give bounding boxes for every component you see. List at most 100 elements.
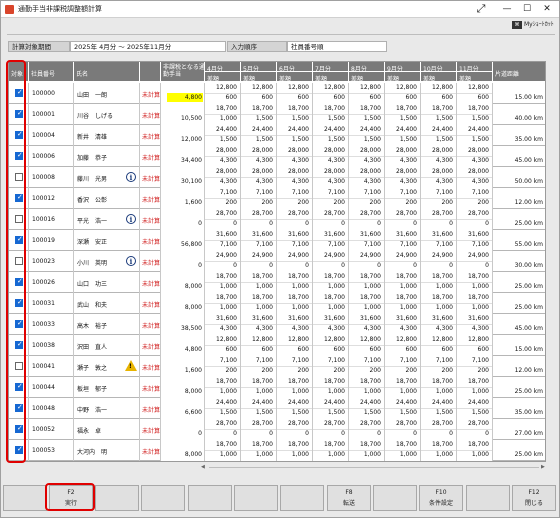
month-cell: 24,400 1,500 <box>205 398 241 419</box>
month-cell: 12,800 600 <box>421 83 457 104</box>
col-header-diff: 差額 <box>385 72 421 82</box>
fkey-blank-button <box>466 485 510 511</box>
month-cell: 18,700 1,000 <box>421 272 457 293</box>
table-row[interactable]: 100033高木 裕子未計算38,50031,6004,30031,6004,3… <box>9 314 545 335</box>
amount-cell[interactable]: 8,000 <box>161 440 205 461</box>
month-cell: 28,700 0 <box>349 419 385 440</box>
table-row[interactable]: 100008 藤川 光男 i 未計算 30,100 28,000 4,300 28,000 4,… <box>9 167 545 188</box>
table-row[interactable]: 100000山田 一朗未計算4,80012,80060012,80060012,… <box>9 83 545 104</box>
month-cell: 28,700 0 <box>205 419 241 440</box>
table-row[interactable]: 100048中野 浩一未計算6,60024,4001,50024,4001,50… <box>9 398 545 419</box>
month-cell: 7,100 200 <box>241 356 277 377</box>
fkey-code: F12 <box>528 489 540 496</box>
month-cell: 28,700 0 <box>421 419 457 440</box>
table-row[interactable]: 100026山口 功三未計算8,00018,7001,00018,7001,00… <box>9 272 545 293</box>
month-cell: 18,700 1,000 <box>313 440 349 461</box>
month-cell: 24,900 0 <box>277 251 313 272</box>
distance-cell: 50.00 km <box>493 167 545 188</box>
amount-cell[interactable]: 8,000 <box>161 377 205 398</box>
month-cell: 18,700 1,000 <box>241 272 277 293</box>
table-row[interactable]: 100038沢田 直人未計算4,80012,80060012,80060012,… <box>9 335 545 356</box>
col-header-distance: 片道距離 <box>493 62 545 82</box>
table-row[interactable]: 100004新井 清雄未計算12,00024,4001,50024,4001,5… <box>9 125 545 146</box>
scroll-left-icon[interactable]: ◀ <box>201 464 205 470</box>
fkey-f12-button[interactable]: F12 閉じる <box>512 485 556 511</box>
month-cell: 28,700 0 <box>205 209 241 230</box>
month-cell: 31,600 4,300 <box>313 314 349 335</box>
table-row[interactable]: 100016 平光 浩一 i 未計算 0 28,700 0 28,700 0 28,700 0 28,… <box>9 209 545 230</box>
amount-cell[interactable]: 10,500 <box>161 104 205 125</box>
name-cell: 藤川 光男 i <box>74 167 140 188</box>
table-row[interactable]: 100052福永 卓未計算028,700028,700028,700028,70… <box>9 419 545 440</box>
vertical-scrollbar[interactable] <box>552 61 559 462</box>
amount-cell[interactable]: 56,800 <box>161 230 205 251</box>
month-cell: 18,700 1,500 <box>385 104 421 125</box>
amount-cell[interactable]: 1,600 <box>161 188 205 209</box>
month-cell: 28,700 0 <box>385 209 421 230</box>
emp-no-cell: 100048 <box>29 398 74 419</box>
month-cell: 7,100 200 <box>421 356 457 377</box>
distance-cell: 25.00 km <box>493 293 545 314</box>
info-icon[interactable]: i <box>126 256 136 266</box>
status-cell: 未計算 <box>140 167 161 188</box>
amount-cell[interactable]: 0 <box>161 419 205 440</box>
amount-cell[interactable]: 8,000 <box>161 272 205 293</box>
myshortcut-button[interactable]: ⌘ Myｼｮｰﾄｶｯﾄ <box>512 19 558 30</box>
status-cell: 未計算 <box>140 272 161 293</box>
month-cell: 31,600 7,100 <box>421 230 457 251</box>
amount-cell[interactable]: 34,400 <box>161 146 205 167</box>
scroll-right-icon[interactable]: ▶ <box>541 464 545 470</box>
amount-cell[interactable]: 4,800 <box>161 83 205 104</box>
amount-cell[interactable]: 38,500 <box>161 314 205 335</box>
table-row[interactable]: 100001川谷 しげる未計算10,50018,7001,00018,7001,… <box>9 104 545 125</box>
emp-no-cell: 100026 <box>29 272 74 293</box>
status-cell: 未計算 <box>140 188 161 209</box>
table-row[interactable]: 100012香沢 公彰未計算1,6007,1002007,1002007,100… <box>9 188 545 209</box>
fkey-blank-button <box>141 485 185 511</box>
fkey-f8-button[interactable]: F8 転送 <box>327 485 371 511</box>
fkey-blank-button <box>280 485 324 511</box>
fkey-blank-button <box>188 485 232 511</box>
maximize-icon[interactable]: ☐ <box>517 1 537 17</box>
minimize-icon[interactable]: — <box>497 1 517 17</box>
month-cell: 31,600 7,100 <box>205 230 241 251</box>
fkey-f10-button[interactable]: F10 条件設定 <box>419 485 463 511</box>
month-cell: 28,000 4,300 <box>313 146 349 167</box>
month-cell: 7,100 200 <box>385 188 421 209</box>
table-row[interactable]: 100053大河内 明未計算8,00018,7001,00018,7001,00… <box>9 440 545 461</box>
distance-cell: 55.00 km <box>493 230 545 251</box>
emp-no-cell: 100052 <box>29 419 74 440</box>
close-icon[interactable]: ✕ <box>537 1 557 17</box>
scroll-track[interactable] <box>209 467 539 468</box>
month-cell: 24,400 1,500 <box>313 398 349 419</box>
name-cell: 瀬子 敦之! <box>74 356 140 377</box>
highlight-frame-target <box>6 60 26 463</box>
table-row[interactable]: 100041 瀬子 敦之! 未計算 1,600 7,100 200 7,100 200 7,10… <box>9 356 545 377</box>
info-icon[interactable]: i <box>126 214 136 224</box>
month-cell: 31,600 4,300 <box>385 314 421 335</box>
amount-cell[interactable]: 1,600 <box>161 356 205 377</box>
amount-cell[interactable]: 0 <box>161 251 205 272</box>
status-cell: 未計算 <box>140 356 161 377</box>
table-row[interactable]: 100031武山 和夫未計算8,00018,7001,00018,7001,00… <box>9 293 545 314</box>
table-row[interactable]: 100044板垣 郁子未計算8,00018,7001,00018,7001,00… <box>9 377 545 398</box>
month-cell: 24,900 0 <box>385 251 421 272</box>
amount-cell[interactable]: 0 <box>161 209 205 230</box>
amount-cell[interactable]: 12,000 <box>161 125 205 146</box>
table-row[interactable]: 100006加藤 恭子未計算34,40028,0004,30028,0004,3… <box>9 146 545 167</box>
warning-icon[interactable]: ! <box>125 360 137 371</box>
expand-icon[interactable]: ⤢ <box>473 1 489 17</box>
table-row[interactable]: 100019深瀬 安正未計算56,80031,6007,10031,6007,1… <box>9 230 545 251</box>
emp-no-cell: 100012 <box>29 188 74 209</box>
horizontal-scrollbar[interactable]: ◀ ▶ <box>201 464 546 471</box>
amount-cell[interactable]: 4,800 <box>161 335 205 356</box>
table-row[interactable]: 100023 小川 英明 i 未計算 0 24,900 0 24,900 0 24,900 0 24,… <box>9 251 545 272</box>
amount-cell[interactable]: 6,600 <box>161 398 205 419</box>
name-cell: 小川 英明 i <box>74 251 140 272</box>
month-cell: 18,700 1,000 <box>349 272 385 293</box>
col-header-diff: 差額 <box>349 72 385 82</box>
amount-highlight[interactable]: 4,800 <box>167 93 203 102</box>
amount-cell[interactable]: 8,000 <box>161 293 205 314</box>
amount-cell[interactable]: 30,100 <box>161 167 205 188</box>
info-icon[interactable]: i <box>126 172 136 182</box>
